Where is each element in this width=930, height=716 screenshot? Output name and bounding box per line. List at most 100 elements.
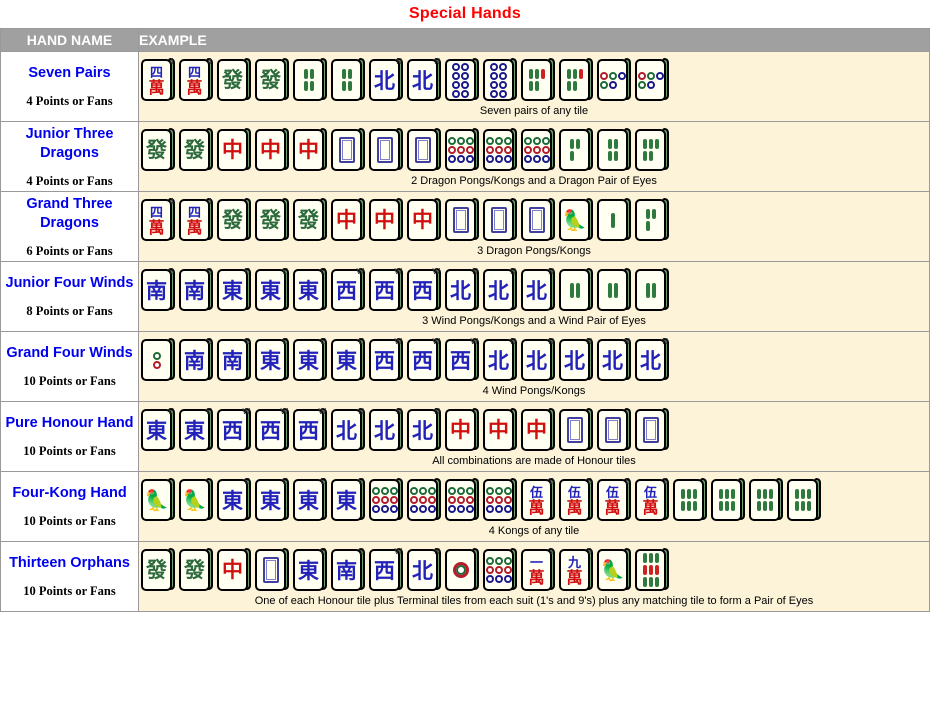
white-dragon-frame [262,557,279,583]
tile-body [635,409,666,451]
tile-corner-label: E [320,477,326,486]
hand-name-label: Grand Three Dragons [26,195,113,231]
mahjong-tile [597,268,632,313]
mahjong-tile: 北N [407,547,442,593]
tile-body: 發 [217,59,248,101]
hand-name-label: Junior Three Dragons [25,125,114,161]
mahjong-tile [255,548,290,593]
tile-corner-label: 4 [169,57,174,66]
wind-glyph: 南 [336,559,357,583]
tile-body: 東 [293,339,324,381]
tile-corner-label: W [470,337,478,346]
bamboo-suit-sticks [718,489,735,511]
tile-face: 四萬 [181,61,208,99]
tile-body [407,479,438,521]
tile-corner-label: E [168,407,174,416]
table-row: Junior Three Dragons 4 Points or Fans 發發中中… [0,121,930,192]
tile-corner-label: S [206,267,212,276]
tile-body [597,59,628,101]
mahjong-tile: 🦜 [559,198,594,243]
tile-body [559,269,590,311]
tile-body [635,59,666,101]
tile-face: 東 [295,341,322,379]
tile-body [483,129,514,171]
example-cell: 南S南S東E東E東E西W西W西W北N北N北N北N北N4 Wind Pongs/K… [138,331,930,402]
mahjong-tile [445,198,480,243]
mahjong-tile: 中 [255,128,290,173]
wind-glyph: 南 [222,349,243,373]
tile-corner-label: W [432,337,440,346]
tile-corner-label: E [282,477,288,486]
tile-row: 四萬 4 四萬 4 發發發中中中 🦜 [141,197,673,243]
tile-body: 中 [331,199,362,241]
hand-points-label: 4 Points or Fans [26,173,113,188]
tile-suit-glyph: 萬 [528,497,545,517]
wind-glyph: 西 [450,349,471,373]
tile-body: 東 [141,409,172,451]
tile-body: 發 [255,199,286,241]
mahjong-tile: 西W [331,267,366,313]
mahjong-tile: 西W [217,407,252,453]
tile-corner-label: 4 [207,197,212,206]
dots-suit-pips [371,487,398,513]
wind-glyph: 東 [336,349,357,373]
example-inner: 四萬 4 四萬 4 發發發中中中 🦜 3 Dragon Pongs/Kongs [139,192,929,261]
tile-corner-label: W [432,267,440,276]
tile-suit-glyph: 萬 [566,567,583,587]
tile-face: 中 [257,131,284,169]
tile-body [483,549,514,591]
dots-suit-pips [452,562,469,578]
wind-glyph: 東 [298,559,319,583]
example-inner: 南S南S東E東E東E西W西W西W北N北N北N北N北N4 Wind Pongs/K… [139,332,929,401]
hand-name-label: Pure Honour Hand [5,415,134,431]
tile-body: 東 [217,269,248,311]
dots-suit-pips [599,71,626,89]
mahjong-tile: 北N [521,337,556,383]
hand-points-label: 8 Points or Fans [26,304,113,318]
table-row: Thirteen Orphans 10 Points or Fans 發發中東 E 南 S… [0,541,930,612]
tile-corner-label: N [434,57,440,66]
mahjong-tile [635,128,670,173]
mahjong-tile: 發 [293,198,328,243]
tile-body [445,549,476,591]
tile-face: 中 [295,131,322,169]
white-dragon-frame [338,137,355,163]
tile-face: 中 [523,411,550,449]
tile-face: 北 [371,411,398,449]
tile-body: 南 [217,339,248,381]
tile-face: 北 [371,61,398,99]
tile-face [599,271,626,309]
tile-corner-label: N [396,57,402,66]
hand-name-cell: Grand Three Dragons 6 Points or Fans [0,191,139,262]
tile-face [409,481,436,519]
caption-wrapper: 2 Dragon Pongs/Kongs and a Dragon Pair o… [139,173,929,189]
tile-face: 伍萬 [599,481,626,519]
mahjong-tile: 四萬4 [179,57,214,103]
tile-body: 南 [331,549,362,591]
white-dragon-frame [642,417,659,443]
tile-corner-label: E [282,267,288,276]
tile-face: 中 [219,131,246,169]
tile-body [255,549,286,591]
hand-points-label: 10 Points or Fans [23,514,116,528]
tile-face [599,131,626,169]
bamboo-suit-sticks [642,139,659,161]
wind-glyph: 北 [640,349,661,373]
tile-face [637,411,664,449]
tile-face [295,61,322,99]
tile-body [521,59,552,101]
tile-corner-label: N [434,407,440,416]
tile-body: 九萬 [559,549,590,591]
tile-body: 中 [255,129,286,171]
dots-suit-pips [485,557,512,583]
tile-corner-label: 5 [625,477,630,486]
tile-face [561,131,588,169]
tile-face: 東 [257,341,284,379]
tile-face [371,131,398,169]
wind-glyph: 東 [260,349,281,373]
dots-suit-pips [485,137,512,163]
wind-glyph: 西 [374,349,395,373]
tile-face [561,411,588,449]
table-row: Junior Four Winds 8 Points or Fans 南 S 南 S 東 E 東… [0,261,930,332]
mahjong-tile: 發 [217,58,252,103]
